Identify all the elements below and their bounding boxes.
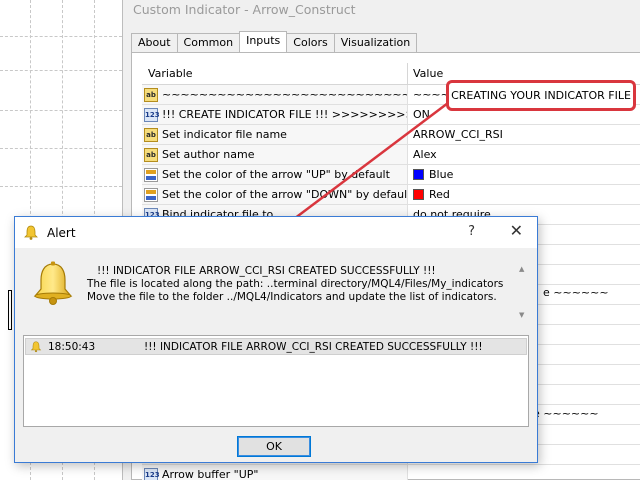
color-swatch-blue bbox=[413, 169, 424, 180]
table-row[interactable]: ab Set indicator file name ARROW_CCI_RSI bbox=[142, 125, 640, 145]
log-text: !!! INDICATOR FILE ARROW_CCI_RSI CREATED… bbox=[144, 340, 483, 353]
grid-line bbox=[0, 36, 122, 37]
table-row[interactable]: Set the color of the arrow "UP" by defau… bbox=[142, 165, 640, 185]
variable-name: Set the color of the arrow "UP" by defau… bbox=[162, 168, 390, 181]
table-row[interactable]: 123 Arrow buffer "UP" bbox=[142, 465, 640, 480]
table-row[interactable]: Set the color of the arrow "DOWN" by def… bbox=[142, 185, 640, 205]
alert-log-list[interactable]: 18:50:43 !!! INDICATOR FILE ARROW_CCI_RS… bbox=[23, 335, 529, 427]
variable-name: Set author name bbox=[162, 148, 255, 161]
variable-name: ~~~~~~~~~~~~~~~~~~~~~~~~~~~~~~~~~~~~~~~~… bbox=[162, 88, 407, 101]
grid-line bbox=[0, 148, 122, 149]
ab-icon: ab bbox=[144, 87, 158, 102]
scroll-down-icon[interactable]: ▼ bbox=[519, 311, 524, 319]
log-time: 18:50:43 bbox=[48, 340, 96, 353]
alert-dialog: Alert ? ✕ !!! INDICATOR FILE ARROW_CCI_R… bbox=[14, 216, 538, 463]
value-text: ON bbox=[413, 108, 430, 121]
bell-icon bbox=[24, 225, 38, 240]
alert-message-area: !!! INDICATOR FILE ARROW_CCI_RSI CREATED… bbox=[23, 255, 531, 329]
tab-colors[interactable]: Colors bbox=[286, 33, 335, 52]
message-line: !!! INDICATOR FILE ARROW_CCI_RSI CREATED… bbox=[97, 265, 436, 277]
variable-name: Set indicator file name bbox=[162, 128, 287, 141]
grid-line bbox=[0, 186, 122, 187]
grid-line bbox=[0, 110, 122, 111]
window-title: Custom Indicator - Arrow_Construct bbox=[133, 2, 356, 17]
list-item[interactable]: 18:50:43 !!! INDICATOR FILE ARROW_CCI_RS… bbox=[25, 338, 527, 355]
123-icon: 123 bbox=[144, 467, 160, 480]
alert-titlebar: Alert ? ✕ bbox=[15, 217, 537, 248]
bell-icon bbox=[30, 340, 42, 352]
alert-message: !!! INDICATOR FILE ARROW_CCI_RSI CREATED… bbox=[87, 265, 503, 304]
value-text: Alex bbox=[413, 148, 437, 161]
color-icon bbox=[144, 167, 158, 182]
header-variable[interactable]: Variable bbox=[142, 63, 408, 84]
tab-inputs[interactable]: Inputs bbox=[239, 31, 288, 52]
close-button[interactable]: ✕ bbox=[510, 221, 523, 240]
message-scrollbar[interactable]: ▲ ▼ bbox=[517, 263, 531, 321]
123-icon: 123 bbox=[144, 107, 160, 122]
value-text: Blue bbox=[429, 168, 454, 181]
ok-button[interactable]: OK bbox=[237, 436, 311, 457]
value-fragment: e ~~~~~~ bbox=[533, 407, 599, 420]
tab-about[interactable]: About bbox=[131, 33, 178, 52]
variable-name: Arrow buffer "UP" bbox=[162, 468, 259, 480]
candlestick bbox=[8, 290, 12, 330]
grid-line bbox=[0, 70, 122, 71]
highlight-callout: CREATING YOUR INDICATOR FILE bbox=[446, 80, 636, 111]
message-line: The file is located along the path: ..te… bbox=[87, 278, 504, 290]
variable-name: !!! CREATE INDICATOR FILE !!! >>>>>>>>>>… bbox=[162, 108, 407, 121]
tab-visualization[interactable]: Visualization bbox=[333, 33, 418, 52]
help-button[interactable]: ? bbox=[468, 224, 475, 239]
value-text: Red bbox=[429, 188, 450, 201]
color-icon bbox=[144, 187, 158, 202]
tab-common[interactable]: Common bbox=[176, 33, 241, 52]
message-line: Move the file to the folder ../MQL4/Indi… bbox=[87, 291, 497, 303]
ab-icon: ab bbox=[144, 147, 158, 162]
variable-name: Set the color of the arrow "DOWN" by def… bbox=[162, 188, 408, 201]
alert-title: Alert bbox=[47, 225, 76, 240]
table-row[interactable]: ab Set author name Alex bbox=[142, 145, 640, 165]
value-fragment: e ~~~~~~ bbox=[543, 286, 609, 299]
color-swatch-red bbox=[413, 189, 424, 200]
ab-icon: ab bbox=[144, 127, 158, 142]
scroll-up-icon[interactable]: ▲ bbox=[519, 265, 524, 273]
bell-icon bbox=[33, 261, 73, 305]
tab-bar: About Common Inputs Colors Visualization bbox=[131, 31, 418, 52]
value-text: ARROW_CCI_RSI bbox=[413, 128, 503, 141]
